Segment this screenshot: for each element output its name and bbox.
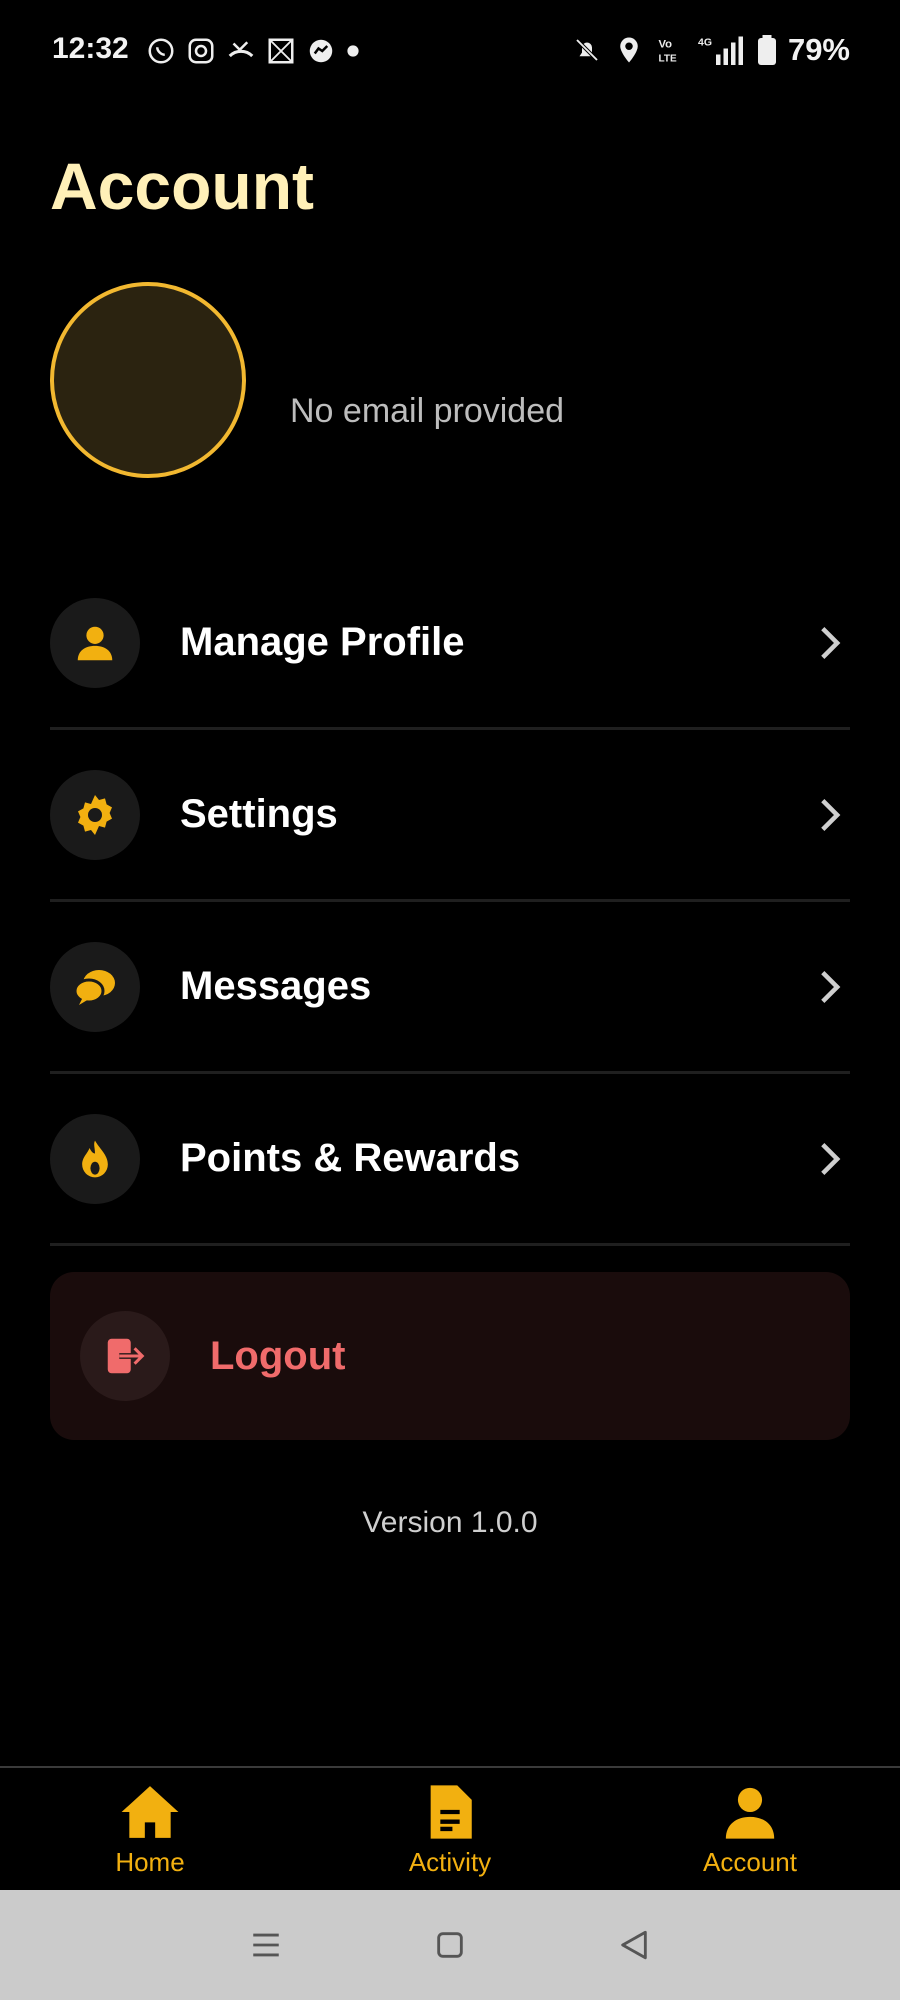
svg-text:LTE: LTE [658,53,676,64]
profile-email: No email provided [290,392,565,430]
signal-4g-icon: 4G [698,36,743,65]
menu-item-label: Messages [180,964,372,1008]
back-icon[interactable] [617,1928,651,1962]
instagram-icon [188,38,214,64]
nav-item-activity[interactable]: Activity [300,1768,600,1892]
logout-icon [80,1311,170,1401]
system-nav-bar [0,1890,900,2000]
flame-icon [50,1113,140,1204]
status-time: 12:32 [52,32,129,65]
page-title: Account [50,149,314,223]
notification-icons [146,36,360,66]
menu-item-label: Settings [180,792,338,836]
svg-text:4G: 4G [698,37,712,49]
logout-label: Logout [210,1333,346,1378]
person-icon [725,1787,775,1839]
menu-icon[interactable] [249,1928,283,1962]
volte-icon: Vo LTE [658,39,676,65]
location-icon [620,37,638,63]
whatsapp-icon [148,38,174,64]
dot-icon [347,45,359,57]
gear-icon [50,769,140,860]
nav-label: Home [115,1846,185,1877]
menu-item-points-rewards[interactable]: Points & Rewards [50,1074,850,1246]
svg-text:Vo: Vo [658,39,672,51]
menu-item-label: Manage Profile [180,620,465,664]
bottom-nav: Home Activity Account [0,1766,900,1892]
status-bar: 12:32 Vo LTE 4G 79% [0,0,900,104]
person-icon [50,597,140,688]
bell-off-icon [575,38,599,62]
nav-item-home[interactable]: Home [0,1768,300,1892]
account-menu: Manage Profile Settings Messages Points … [50,558,850,1246]
logout-button[interactable]: Logout [50,1272,850,1440]
battery-icon [757,35,776,65]
app-version: Version 1.0.0 [362,1506,538,1539]
system-status-icons: Vo LTE 4G 79% [572,32,850,68]
battery-percentage: 79% [787,32,850,67]
chevron-right-icon [810,1141,850,1177]
missed-call-icon [228,41,254,58]
chevron-right-icon [810,625,850,661]
nav-label: Account [703,1846,797,1877]
avatar[interactable] [50,282,246,478]
menu-item-settings[interactable]: Settings [50,730,850,902]
nav-label: Activity [408,1846,492,1877]
document-icon [430,1784,472,1839]
home-square-icon[interactable] [433,1928,467,1962]
menu-item-manage-profile[interactable]: Manage Profile [50,558,850,730]
menu-item-label: Points & Rewards [180,1136,521,1180]
nav-item-account[interactable]: Account [600,1768,900,1892]
messenger-icon [309,39,333,63]
chevron-right-icon [810,969,850,1005]
gallery-icon [268,38,294,64]
menu-item-messages[interactable]: Messages [50,902,850,1074]
chevron-right-icon [810,797,850,833]
chat-bubbles-icon [50,941,140,1032]
home-icon [121,1785,179,1838]
